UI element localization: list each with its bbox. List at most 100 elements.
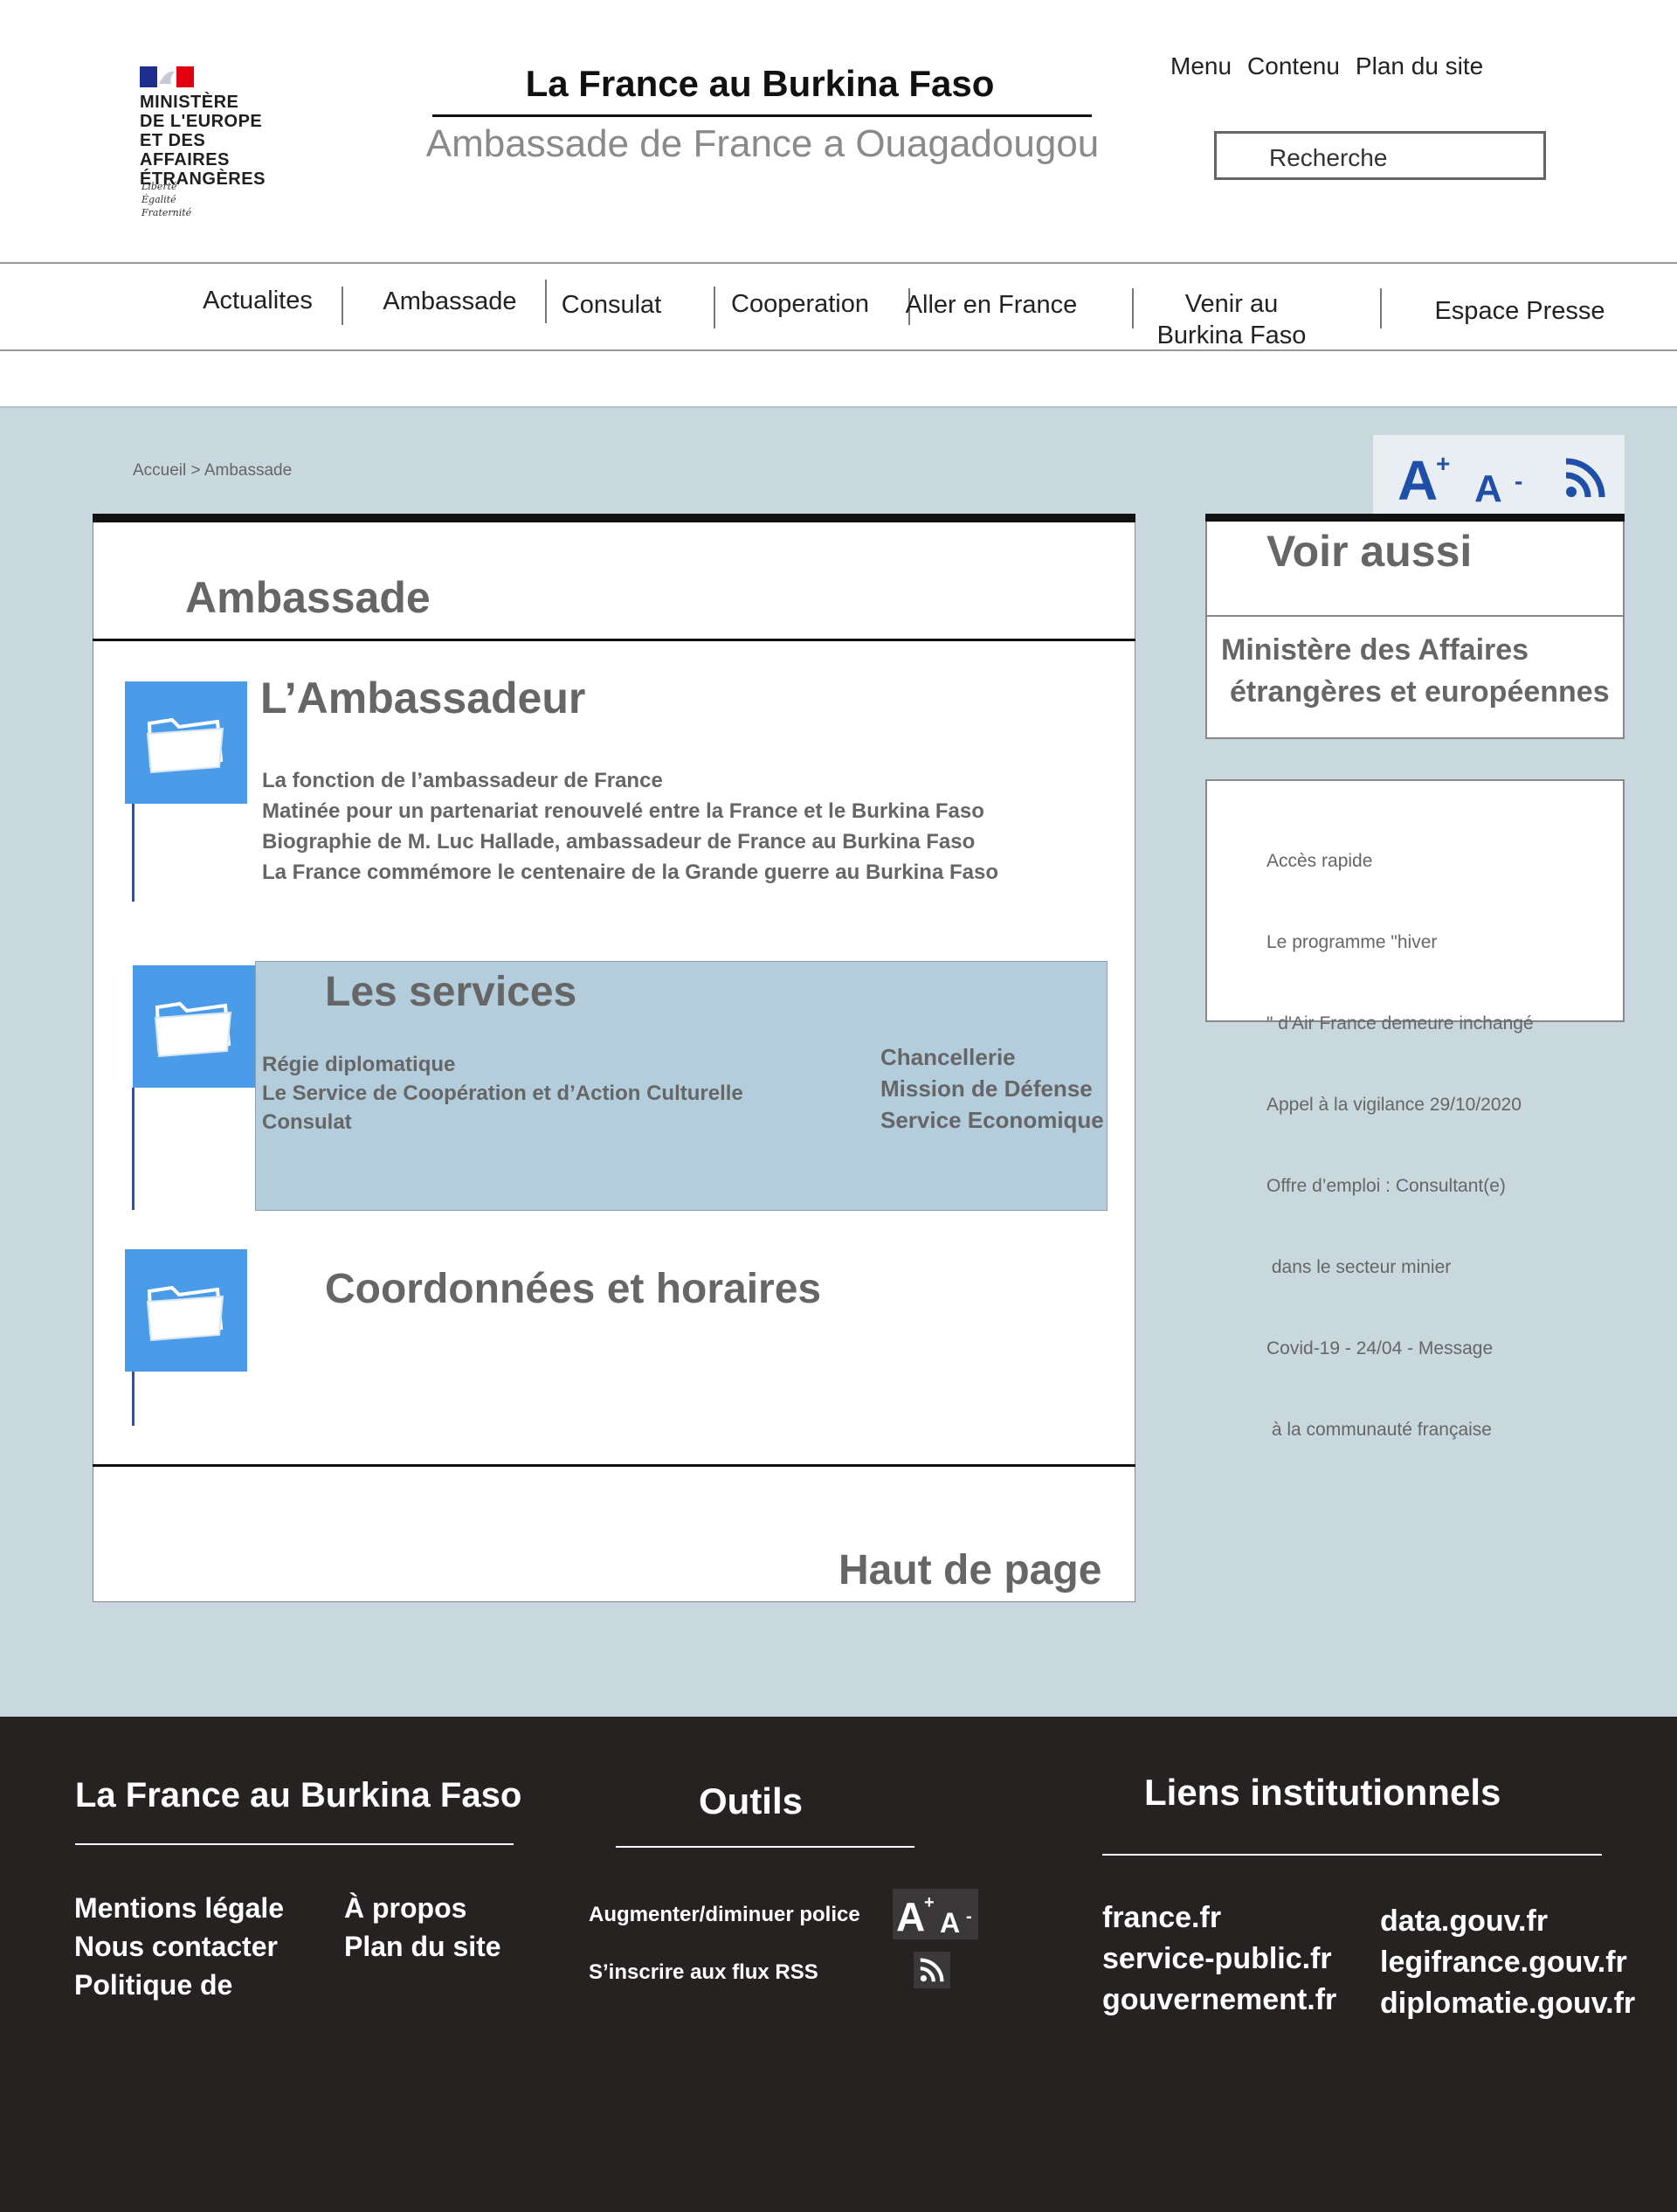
footer-link[interactable]: Politique de: [74, 1966, 284, 2004]
ambassadeur-link-list: La fonction de l’ambassadeur de France M…: [262, 765, 998, 888]
folder-icon: [146, 717, 224, 774]
sitemap-link[interactable]: Plan du site: [1356, 52, 1483, 79]
page-title: Ambassade: [185, 573, 431, 622]
republic-motto: Liberté Égalité Fraternité: [141, 180, 191, 219]
quick-access-item[interactable]: Appel à la vigilance 29/10/2020: [1266, 1091, 1534, 1118]
list-item-link[interactable]: Matinée pour un partenariat renouvelé en…: [262, 796, 998, 826]
section-accent-line: [132, 1372, 135, 1426]
search-input[interactable]: [1214, 131, 1546, 180]
motto-line: Égalité: [141, 194, 176, 205]
svg-text:-: -: [966, 1907, 972, 1926]
see-also-link-line: étrangères et européennes: [1230, 675, 1610, 709]
nav-separator: [1380, 288, 1382, 328]
quick-access-item[interactable]: à la communauté française: [1266, 1416, 1534, 1443]
footer-institutional-title: Liens institutionnels: [1144, 1772, 1501, 1813]
list-item-link[interactable]: Régie diplomatique: [262, 1050, 743, 1079]
quick-access-item[interactable]: " d'Air France demeure inchangé: [1266, 1010, 1534, 1037]
content-top-rule: [93, 514, 1135, 522]
list-item-link[interactable]: Consulat: [262, 1108, 743, 1137]
footer-link[interactable]: service-public.fr: [1102, 1939, 1336, 1980]
list-item-link[interactable]: La fonction de l’ambassadeur de France: [262, 765, 998, 796]
nav-item-cooperation[interactable]: Cooperation: [723, 288, 877, 320]
folder-tile[interactable]: [125, 1249, 247, 1372]
quick-access-item[interactable]: Offre d’emploi : Consultant(e): [1266, 1172, 1534, 1199]
footer-link[interactable]: Nous contacter: [74, 1927, 284, 1966]
quick-access-item[interactable]: dans le secteur minier: [1266, 1254, 1534, 1281]
section-title-ambassadeur[interactable]: L’Ambassadeur: [260, 673, 585, 723]
nav-divider-bottom: [0, 349, 1677, 351]
svg-text:-: -: [1515, 467, 1522, 494]
footer-link[interactable]: À propos: [344, 1889, 501, 1927]
footer-link[interactable]: Plan du site: [344, 1927, 501, 1966]
ministry-name: MINISTÈRE DE L'EUROPE ET DES AFFAIRES ÉT…: [140, 93, 266, 189]
svg-text:A: A: [1474, 467, 1502, 507]
ministry-line: DE L'EUROPE: [140, 112, 263, 131]
footer-links-col1b: À propos Plan du site: [344, 1889, 501, 1966]
footer-tools-title: Outils: [699, 1780, 804, 1821]
nav-item-actualites[interactable]: Actualites: [192, 285, 323, 316]
nav-item-espace-presse[interactable]: Espace Presse: [1432, 295, 1607, 327]
footer-links-col3b: data.gouv.fr legifrance.gouv.fr diplomat…: [1380, 1901, 1635, 2024]
motto-line: Liberté: [141, 181, 177, 192]
nav-separator: [342, 287, 343, 325]
heading-underline: [93, 639, 1135, 641]
ministry-line: MINISTÈRE: [140, 93, 239, 112]
see-also-link-line: Ministère des Affaires: [1221, 633, 1529, 667]
list-item-link[interactable]: Le Service de Coopération et d’Action Cu…: [262, 1079, 743, 1108]
title-underline: [432, 114, 1092, 117]
list-item-link[interactable]: Mission de Défense: [880, 1073, 1104, 1104]
section-title-services[interactable]: Les services: [325, 968, 576, 1016]
svg-text:A: A: [940, 1907, 960, 1938]
quick-access-item[interactable]: Le programme "hiver: [1266, 929, 1534, 956]
back-to-top-link[interactable]: Haut de page: [838, 1546, 1101, 1594]
svg-text:+: +: [924, 1893, 935, 1912]
quick-access-item[interactable]: Covid-19 - 24/04 - Message: [1266, 1335, 1534, 1362]
breadcrumb[interactable]: Accueil > Ambassade: [133, 461, 292, 480]
footer-rule: [75, 1843, 514, 1845]
nav-item-aller-en-france[interactable]: Aller en France: [904, 289, 1079, 321]
list-item-link[interactable]: La France commémore le centenaire de la …: [262, 857, 998, 888]
nav-item-ambassade[interactable]: Ambassade: [376, 286, 524, 317]
rss-icon[interactable]: [919, 1957, 945, 1983]
see-also-top-rule: [1205, 514, 1625, 522]
nav-divider-top: [0, 262, 1677, 264]
quick-access-title: Accès rapide: [1266, 851, 1373, 871]
see-also-divider: [1205, 615, 1625, 617]
see-also-link[interactable]: Ministère des Affaires étrangères et eur…: [1221, 629, 1610, 713]
font-size-tool-link[interactable]: Augmenter/diminuer police: [589, 1903, 860, 1927]
footer-link[interactable]: data.gouv.fr: [1380, 1901, 1635, 1942]
list-item-link[interactable]: Chancellerie: [880, 1041, 1104, 1073]
folder-icon: [154, 1001, 232, 1058]
services-link-list-right: Chancellerie Mission de Défense Service …: [880, 1041, 1104, 1136]
menu-link[interactable]: Menu: [1170, 52, 1232, 79]
svg-text:A: A: [1398, 449, 1438, 507]
quick-access-list: Accès rapide Le programme "hiver " d'Air…: [1266, 793, 1534, 1470]
footer-link[interactable]: france.fr: [1102, 1897, 1336, 1939]
folder-tile[interactable]: [125, 681, 247, 804]
site-title[interactable]: La France au Burkina Faso: [437, 63, 1083, 105]
nav-item-consulat[interactable]: Consulat: [550, 289, 673, 321]
see-also-title: Voir aussi: [1266, 527, 1473, 576]
footer-link[interactable]: Mentions légale: [74, 1889, 284, 1927]
nav-separator: [1132, 288, 1134, 328]
rss-tool-link[interactable]: S’inscrire aux flux RSS: [589, 1960, 818, 1985]
list-item-link[interactable]: Service Economique: [880, 1104, 1104, 1136]
site-subtitle: Ambassade de France a Ouagadougou: [425, 122, 1100, 165]
folder-tile[interactable]: [133, 965, 255, 1088]
motto-line: Fraternité: [141, 207, 192, 218]
footer-link[interactable]: legifrance.gouv.fr: [1380, 1942, 1635, 1983]
font-size-icon[interactable]: A + A -: [894, 1891, 977, 1938]
footer-link[interactable]: gouvernement.fr: [1102, 1980, 1336, 2021]
skip-links: Menu Contenu Plan du site: [1170, 52, 1499, 80]
ministry-line: ET DES AFFAIRES: [140, 131, 230, 169]
content-bottom-rule: [93, 1464, 1135, 1467]
content-link[interactable]: Contenu: [1247, 52, 1340, 79]
section-title-coordonnees[interactable]: Coordonnées et horaires: [325, 1265, 821, 1313]
section-accent-line: [132, 1088, 135, 1210]
services-link-list-left: Régie diplomatique Le Service de Coopéra…: [262, 1050, 743, 1137]
rss-icon[interactable]: [1563, 456, 1607, 500]
list-item-link[interactable]: Biographie de M. Luc Hallade, ambassadeu…: [262, 826, 998, 857]
font-size-icon[interactable]: A + A -: [1398, 446, 1529, 507]
nav-item-venir-au-burkina-faso[interactable]: Venir au Burkina Faso: [1144, 288, 1319, 351]
footer-link[interactable]: diplomatie.gouv.fr: [1380, 1983, 1635, 2024]
